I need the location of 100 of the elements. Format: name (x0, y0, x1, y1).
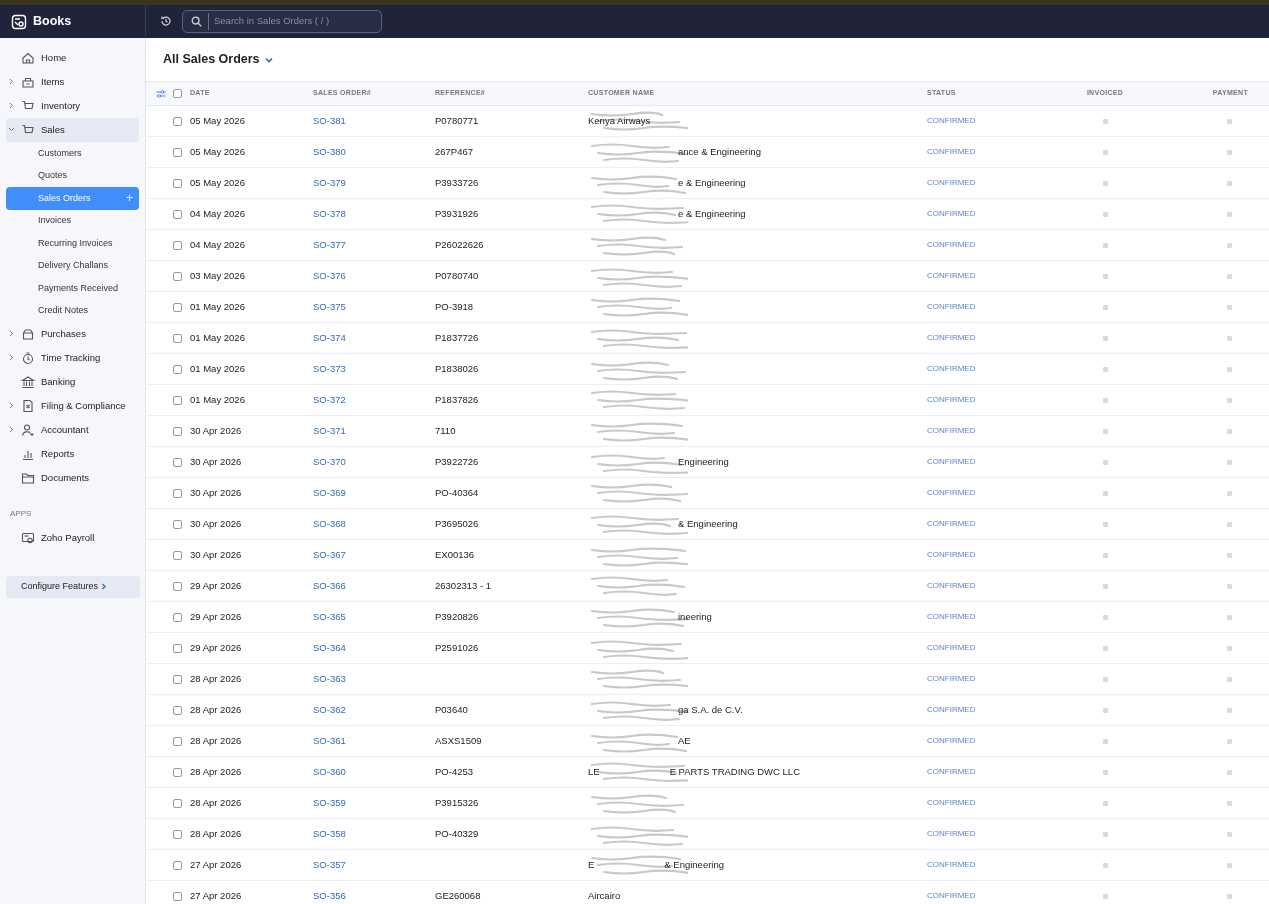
date-text: 01 May 2026 (190, 299, 245, 314)
order-link[interactable]: SO-365 (313, 609, 346, 625)
add-button[interactable]: + (126, 189, 133, 208)
select-all-checkbox[interactable] (173, 89, 182, 98)
bag-icon (21, 75, 35, 89)
sidebar-subitem[interactable]: Sales Orders + (6, 187, 139, 210)
row-checkbox[interactable] (173, 209, 182, 219)
order-link[interactable]: SO-356 (313, 888, 346, 904)
payment-indicator (1227, 707, 1232, 713)
date-text: 28 Apr 2026 (190, 733, 242, 748)
row-checkbox[interactable] (173, 519, 182, 529)
row-checkbox[interactable] (173, 860, 182, 870)
sidebar-subitem[interactable]: Invoices (6, 209, 139, 232)
row-checkbox[interactable] (173, 550, 182, 560)
search-field[interactable]: Search in Sales Orders ( / ) (182, 10, 382, 33)
status-text: CONFIRMED (927, 890, 976, 902)
row-checkbox[interactable] (173, 736, 182, 746)
view-title[interactable]: All Sales Orders (163, 50, 260, 69)
order-link[interactable]: SO-363 (313, 671, 346, 687)
order-link[interactable]: SO-361 (313, 733, 346, 749)
sidebar-subitem[interactable]: Quotes (6, 164, 139, 187)
sidebar-subitem[interactable]: Payments Received (6, 277, 139, 300)
order-link[interactable]: SO-379 (313, 175, 346, 191)
sidebar-subitem[interactable]: Recurring Invoices (6, 232, 139, 255)
row-checkbox[interactable] (173, 302, 182, 312)
sidebar-item[interactable]: Banking (6, 370, 139, 394)
sidebar-item[interactable]: Inventory (6, 94, 139, 118)
order-link[interactable]: SO-375 (313, 299, 346, 315)
order-link[interactable]: SO-366 (313, 578, 346, 594)
order-link[interactable]: SO-377 (313, 237, 346, 253)
order-link[interactable]: SO-373 (313, 361, 346, 377)
chevron-right-icon[interactable] (100, 583, 107, 591)
payment-indicator (1227, 583, 1232, 589)
row-checkbox[interactable] (173, 643, 182, 653)
order-link[interactable]: SO-357 (313, 857, 346, 873)
sidebar-subitem[interactable]: Customers (6, 142, 139, 165)
date-text: 30 Apr 2026 (190, 516, 242, 531)
configure-button[interactable]: Configure Features (6, 576, 140, 598)
row-checkbox[interactable] (173, 674, 182, 684)
invoiced-indicator (1102, 552, 1108, 558)
order-link[interactable]: SO-374 (313, 330, 346, 346)
row-checkbox[interactable] (173, 457, 182, 467)
sidebar-subitem[interactable]: Credit Notes (6, 299, 139, 322)
order-link[interactable]: SO-370 (313, 454, 346, 470)
row-checkbox[interactable] (173, 426, 182, 436)
caret-icon[interactable] (264, 56, 273, 63)
sidebar-item[interactable]: Items (6, 70, 139, 94)
sidebar-item[interactable]: Home (6, 46, 139, 70)
sidebar-item[interactable]: Zoho Payroll (6, 526, 139, 550)
reference-text: P3920826 (435, 609, 479, 624)
row-checkbox[interactable] (173, 147, 182, 157)
order-link[interactable]: SO-380 (313, 144, 346, 160)
payment-indicator (1227, 490, 1232, 496)
sidebar-item[interactable]: Time Tracking (6, 346, 139, 370)
row-checkbox[interactable] (173, 116, 182, 126)
payment-indicator (1227, 180, 1232, 186)
reference-text: P1837726 (435, 330, 479, 345)
row-checkbox[interactable] (173, 364, 182, 374)
order-link[interactable]: SO-367 (313, 547, 346, 563)
row-checkbox[interactable] (173, 395, 182, 405)
sidebar-item[interactable]: Purchases (6, 322, 139, 346)
order-link[interactable]: SO-372 (313, 392, 346, 408)
row-checkbox[interactable] (173, 798, 182, 808)
sidebar-item[interactable]: Documents (6, 466, 139, 490)
status-text: CONFIRMED (927, 456, 976, 468)
stopwatch-icon (21, 351, 35, 365)
sidebar-item[interactable]: Reports (6, 442, 139, 466)
order-link[interactable]: SO-378 (313, 206, 346, 222)
filter-icon[interactable] (156, 88, 166, 99)
row-checkbox[interactable] (173, 891, 182, 901)
order-link[interactable]: SO-381 (313, 113, 346, 129)
row-checkbox[interactable] (173, 488, 182, 498)
row-checkbox[interactable] (173, 829, 182, 839)
row-checkbox[interactable] (173, 240, 182, 250)
order-link[interactable]: SO-371 (313, 423, 346, 439)
row-checkbox[interactable] (173, 767, 182, 777)
row-checkbox[interactable] (173, 333, 182, 343)
date-text: 27 Apr 2026 (190, 888, 242, 903)
order-link[interactable]: SO-359 (313, 795, 346, 811)
sidebar-item[interactable]: Filing & Compliance (6, 394, 139, 418)
invoiced-indicator (1102, 366, 1108, 372)
history-icon[interactable] (160, 15, 172, 27)
payment-indicator (1227, 304, 1232, 310)
order-link[interactable]: SO-362 (313, 702, 346, 718)
order-link[interactable]: SO-376 (313, 268, 346, 284)
row-checkbox[interactable] (173, 178, 182, 188)
sidebar-item[interactable]: Sales (6, 118, 139, 142)
invoiced-indicator (1102, 428, 1108, 434)
row-checkbox[interactable] (173, 581, 182, 591)
order-link[interactable]: SO-360 (313, 764, 346, 780)
sidebar-item[interactable]: Accountant (6, 418, 139, 442)
order-link[interactable]: SO-358 (313, 826, 346, 842)
order-link[interactable]: SO-364 (313, 640, 346, 656)
row-checkbox[interactable] (173, 612, 182, 622)
row-checkbox[interactable] (173, 705, 182, 715)
order-link[interactable]: SO-368 (313, 516, 346, 532)
order-link[interactable]: SO-369 (313, 485, 346, 501)
row-checkbox[interactable] (173, 271, 182, 281)
date-text: 29 Apr 2026 (190, 578, 242, 593)
sidebar-subitem[interactable]: Delivery Challans (6, 254, 139, 277)
